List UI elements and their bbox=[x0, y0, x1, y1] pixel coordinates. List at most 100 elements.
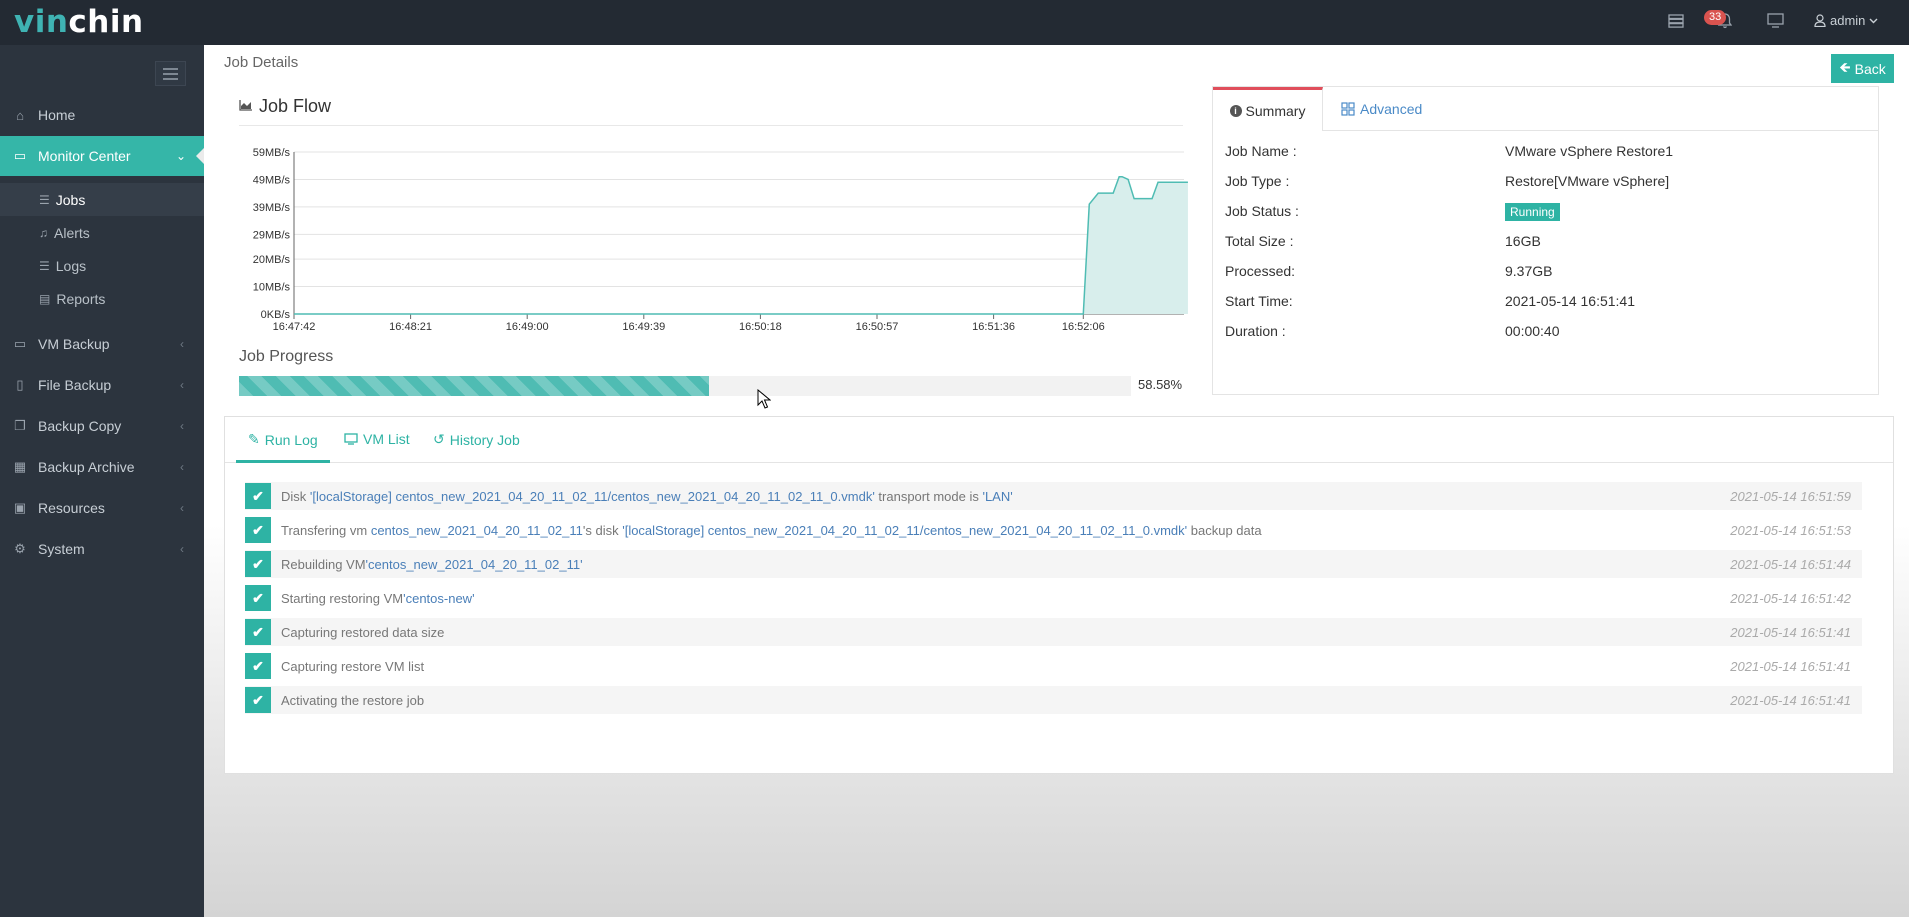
log-row: ✔ Transfering vm centos_new_2021_04_20_11… bbox=[245, 516, 1862, 544]
status-badge: Running bbox=[1505, 203, 1560, 221]
log-row: ✔ Activating the restore job 2021-05-14 16… bbox=[245, 686, 1862, 714]
server-icon[interactable] bbox=[1668, 14, 1684, 28]
user-menu[interactable]: admin bbox=[1814, 13, 1878, 28]
summary-value-job-name: VMware vSphere Restore1 bbox=[1505, 143, 1674, 159]
log-row: ✔ Capturing restore VM list 2021-05-14 16:… bbox=[245, 652, 1862, 680]
sidebar-subitem-reports[interactable]: ▤ Reports bbox=[0, 282, 204, 315]
sidebar-subitem-label: Logs bbox=[55, 257, 87, 274]
sidebar-item-home[interactable]: ⌂ Home bbox=[0, 95, 204, 135]
tab-advanced[interactable]: Advanced bbox=[1341, 101, 1422, 117]
monitor-screen-icon[interactable] bbox=[1767, 13, 1784, 28]
sidebar-item-label: Backup Archive bbox=[38, 459, 135, 475]
check-icon: ✔ bbox=[245, 517, 271, 543]
vinchin-logo[interactable]: vinchin bbox=[14, 2, 144, 42]
log-message: Transfering vm centos_new_2021_04_20_11_… bbox=[281, 523, 1262, 538]
summary-value-duration: 00:00:40 bbox=[1505, 323, 1560, 339]
tab-advanced-label: Advanced bbox=[1360, 101, 1423, 117]
chevron-left-icon: ‹ bbox=[180, 378, 184, 392]
sidebar-item-label: System bbox=[38, 541, 85, 557]
sidebar-subitem-logs[interactable]: ☰ Logs bbox=[0, 249, 204, 282]
active-tab-indicator bbox=[236, 460, 330, 463]
sidebar-item-file-backup[interactable]: ▯ File Backup ‹ bbox=[0, 365, 204, 405]
series-line bbox=[294, 175, 1188, 315]
sidebar-subitem-alerts[interactable]: ♫ Alerts bbox=[0, 216, 204, 249]
log-text-part: Capturing restored data size bbox=[281, 624, 445, 640]
log-highlight: 'centos_new_2021_04_20_11_02_11' bbox=[365, 556, 583, 572]
list-icon: ☰ bbox=[39, 192, 50, 207]
log-row: ✔ Capturing restored data size 2021-05-14 … bbox=[245, 618, 1862, 646]
sidebar-item-backup-archive[interactable]: ▦ Backup Archive ‹ bbox=[0, 447, 204, 487]
y-tick-label: 20MB/s bbox=[253, 254, 291, 266]
tab-vm-list[interactable]: VM List bbox=[344, 431, 410, 447]
edit-icon: ✎ bbox=[248, 431, 260, 447]
chevron-left-icon: ‹ bbox=[180, 501, 184, 515]
x-tick-label: 16:50:18 bbox=[739, 321, 782, 333]
log-message: Activating the restore job bbox=[281, 693, 424, 708]
summary-key: Job Type : bbox=[1225, 173, 1290, 189]
back-button-label: Back bbox=[1854, 60, 1886, 77]
x-tick-label: 16:49:39 bbox=[622, 321, 665, 333]
log-text-part: Disk bbox=[281, 488, 310, 504]
area-chart-icon bbox=[239, 99, 253, 114]
sidebar-item-vm-backup[interactable]: ▭ VM Backup ‹ bbox=[0, 324, 204, 364]
tab-summary[interactable]: i Summary bbox=[1213, 87, 1323, 131]
log-message: Disk '[localStorage] centos_new_2021_04_… bbox=[281, 489, 1013, 504]
tab-run-log[interactable]: ✎ Run Log bbox=[248, 431, 318, 448]
log-message: Capturing restored data size bbox=[281, 625, 444, 640]
summary-key: Duration : bbox=[1225, 323, 1286, 339]
sidebar-item-system[interactable]: ⚙ System ‹ bbox=[0, 529, 204, 569]
summary-key: Total Size : bbox=[1225, 233, 1294, 249]
tab-history-job-label: History Job bbox=[449, 431, 520, 448]
notification-count-badge[interactable]: 33 bbox=[1704, 10, 1727, 25]
sidebar-subitem-label: Alerts bbox=[54, 224, 90, 241]
check-icon: ✔ bbox=[245, 483, 271, 509]
summary-row-processed: Processed: bbox=[1225, 263, 1295, 283]
sidebar-item-backup-copy[interactable]: ❐ Backup Copy ‹ bbox=[0, 406, 204, 446]
arrow-left-icon: 🡸 bbox=[1839, 58, 1851, 75]
job-flow-title: Job Flow bbox=[239, 96, 331, 117]
tab-vm-list-label: VM List bbox=[363, 431, 410, 447]
log-text-part: backup data bbox=[1187, 522, 1262, 538]
user-icon bbox=[1814, 14, 1826, 27]
y-tick-label: 49MB/s bbox=[253, 174, 291, 186]
log-row: ✔ Starting restoring VM'centos-new' 2021-0… bbox=[245, 584, 1862, 612]
summary-row-job-name: Job Name : bbox=[1225, 143, 1297, 163]
sidebar-item-label: Monitor Center bbox=[38, 148, 131, 164]
summary-value-job-type: Restore[VMware vSphere] bbox=[1505, 173, 1670, 189]
grid-icon bbox=[1341, 102, 1355, 116]
log-timestamp: 2021-05-14 16:51:42 bbox=[1730, 590, 1851, 606]
log-timestamp: 2021-05-14 16:51:53 bbox=[1730, 522, 1851, 538]
job-flow-chart: 0KB/s 10MB/s 20MB/s 29MB/s 39MB/s 49MB/s 59MB/… bbox=[253, 147, 1188, 333]
sidebar-subitem-jobs[interactable]: ☰ Jobs bbox=[0, 183, 204, 216]
bell-icon: ♫ bbox=[39, 225, 48, 240]
summary-panel: i Summary Advanced Job Name : Job Type :… bbox=[1212, 86, 1879, 395]
summary-value-processed: 9.37GB bbox=[1505, 263, 1553, 279]
sidebar-item-label: File Backup bbox=[38, 377, 112, 393]
x-tick-label: 16:51:36 bbox=[972, 321, 1015, 333]
home-icon: ⌂ bbox=[16, 107, 24, 123]
summary-value-total-size: 16GB bbox=[1505, 233, 1541, 249]
y-tick-label: 29MB/s bbox=[253, 229, 291, 241]
log-timestamp: 2021-05-14 16:51:59 bbox=[1730, 488, 1851, 504]
mouse-cursor-icon bbox=[757, 389, 771, 409]
sidebar-item-resources[interactable]: ▣ Resources ‹ bbox=[0, 488, 204, 528]
sidebar-item-label: Backup Copy bbox=[38, 418, 122, 434]
log-timestamp: 2021-05-14 16:51:41 bbox=[1730, 658, 1851, 674]
sidebar-subitem-label: Reports bbox=[56, 290, 106, 307]
sidebar-toggle-button[interactable] bbox=[155, 61, 186, 86]
x-tick-label: 16:50:57 bbox=[856, 321, 899, 333]
back-button[interactable]: 🡸 Back bbox=[1831, 54, 1894, 83]
archive-icon: ▦ bbox=[13, 459, 27, 474]
summary-row-duration: Duration : bbox=[1225, 323, 1286, 343]
summary-row-job-status: Job Status : bbox=[1225, 203, 1299, 223]
sidebar-item-monitor-center[interactable]: ▭ Monitor Center ⌄ bbox=[0, 136, 204, 176]
log-text-part: Transfering vm bbox=[281, 522, 371, 538]
history-icon: ↺ bbox=[433, 431, 445, 447]
log-message: Capturing restore VM list bbox=[281, 659, 424, 674]
chevron-left-icon: ‹ bbox=[180, 337, 184, 351]
username-label: admin bbox=[1830, 13, 1866, 28]
summary-key: Start Time: bbox=[1225, 293, 1293, 309]
log-text-part: Activating the restore job bbox=[281, 692, 425, 708]
tab-history-job[interactable]: ↺ History Job bbox=[433, 431, 520, 448]
log-text-part: transport mode is bbox=[874, 488, 983, 504]
